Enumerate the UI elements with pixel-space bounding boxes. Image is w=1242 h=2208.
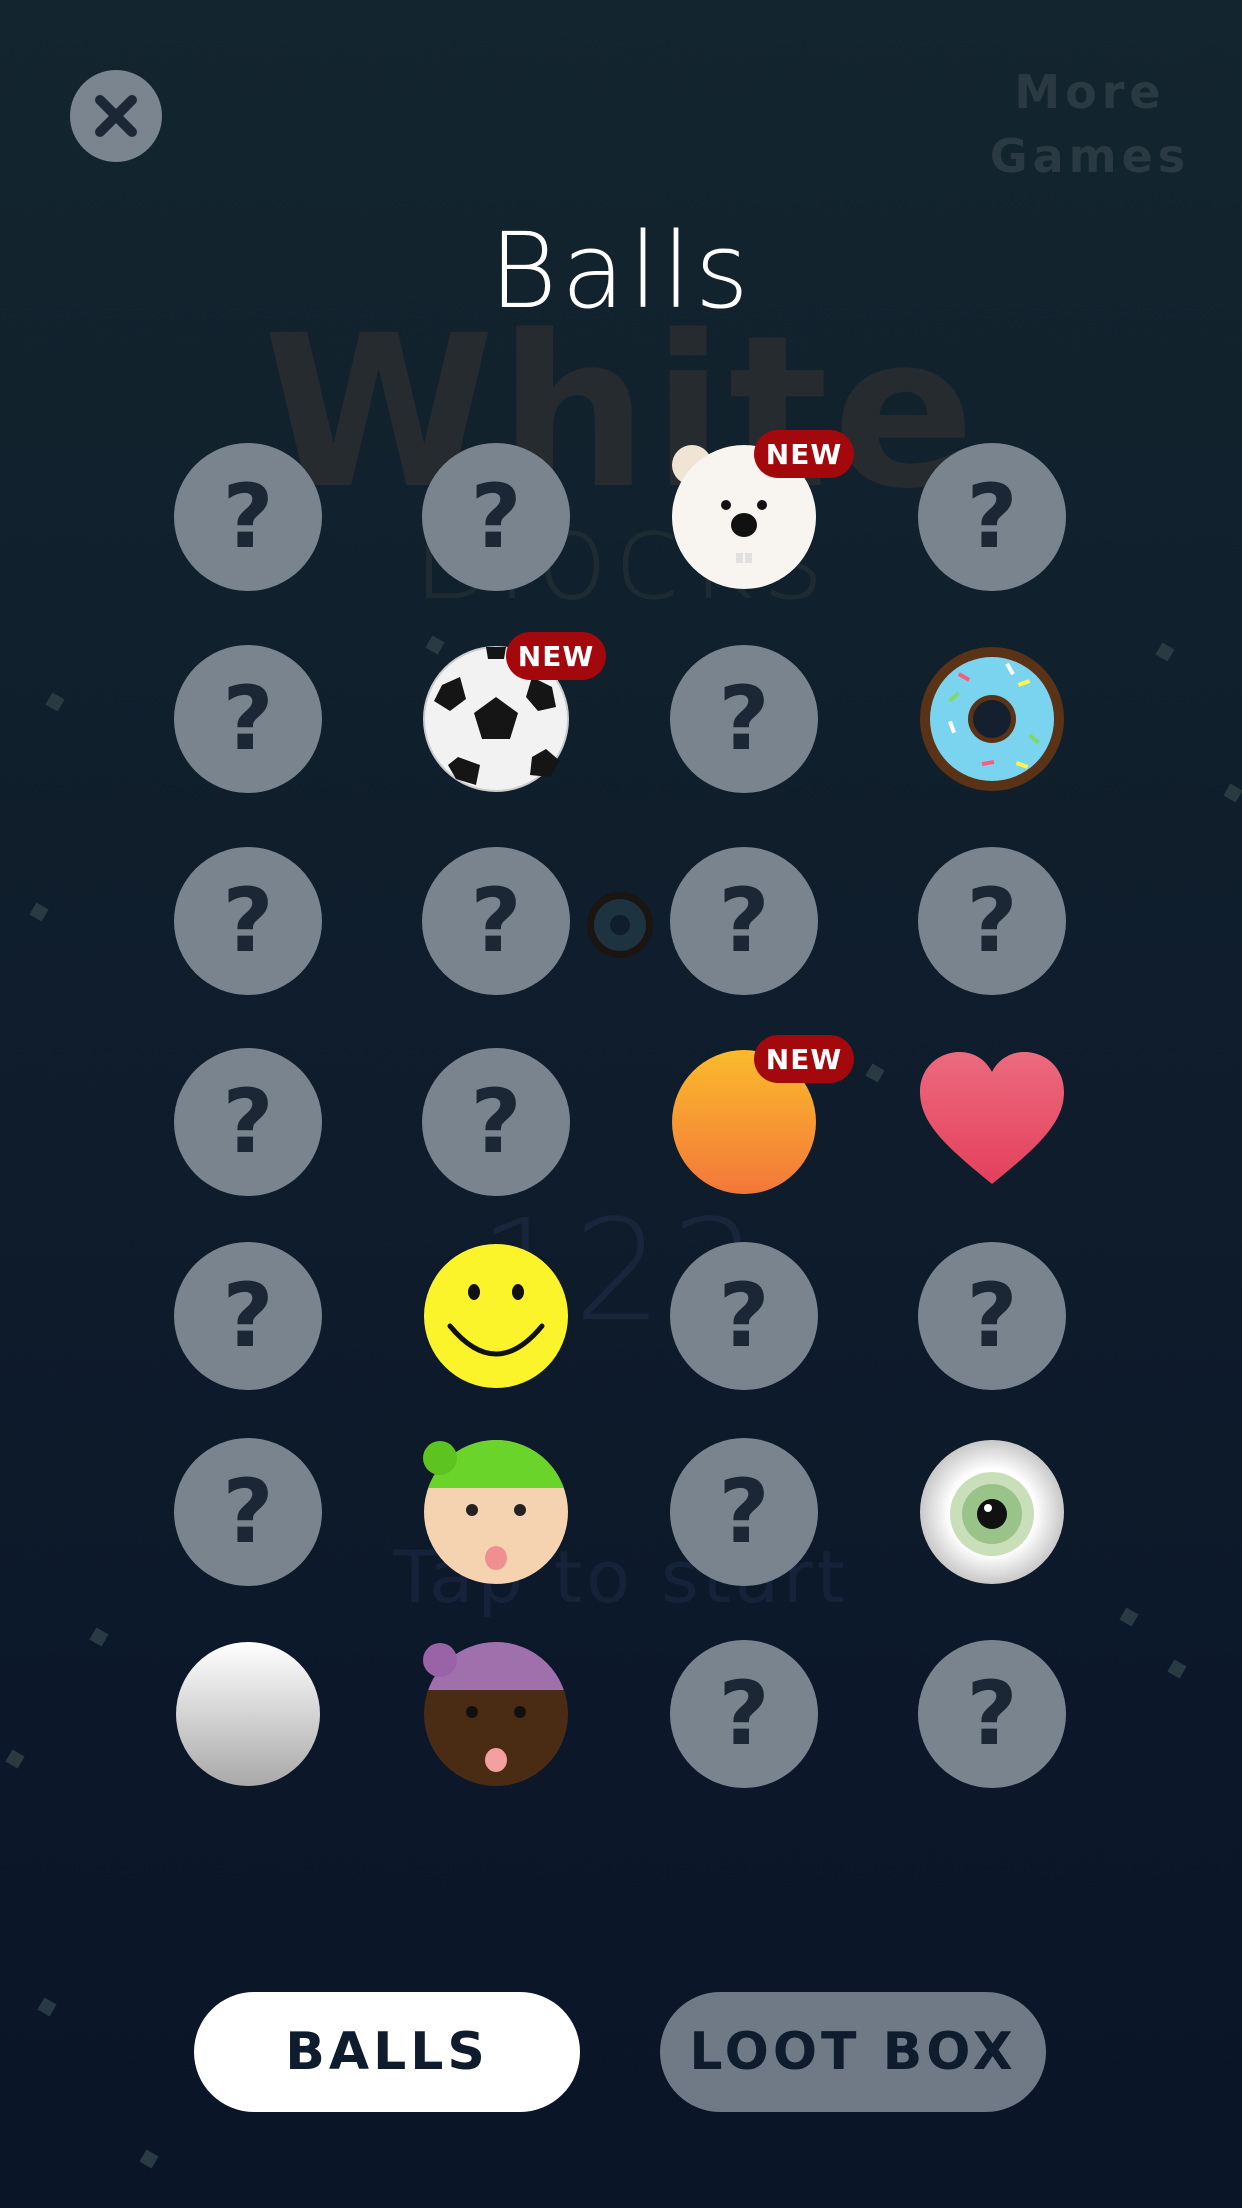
locked-ball-slot[interactable]: ? (918, 847, 1066, 995)
donut-icon (920, 647, 1064, 791)
question-mark-icon: ? (718, 869, 770, 972)
locked-ball-slot[interactable]: ? (422, 443, 570, 591)
locked-ball-slot[interactable]: ? (174, 443, 322, 591)
question-mark-icon: ? (470, 465, 522, 568)
confetti-piece (29, 902, 49, 922)
ball-white-ball[interactable] (174, 1640, 322, 1788)
locked-ball-slot[interactable]: ? (422, 847, 570, 995)
purple-hat-face-icon (423, 1642, 568, 1786)
question-mark-icon: ? (718, 1662, 770, 1765)
more-games-label-line2: Games (989, 129, 1191, 183)
question-mark-icon: ? (222, 869, 274, 972)
more-games-button[interactable]: More Games (960, 60, 1220, 188)
locked-ball-slot[interactable]: ? (174, 1438, 322, 1586)
ball-smiley[interactable] (422, 1242, 570, 1390)
locked-ball-slot[interactable]: ? (670, 847, 818, 995)
white-ball-icon (176, 1642, 320, 1786)
confetti-piece (37, 1997, 57, 2017)
more-games-label-line1: More (1014, 65, 1166, 119)
close-button[interactable] (70, 70, 162, 162)
question-mark-icon: ? (222, 1460, 274, 1563)
green-hat-face-icon (423, 1440, 568, 1584)
new-badge: NEW (754, 1035, 854, 1083)
question-mark-icon: ? (966, 869, 1018, 972)
ball-heart[interactable] (918, 1048, 1066, 1196)
locked-ball-slot[interactable]: ? (918, 443, 1066, 591)
question-mark-icon: ? (222, 1070, 274, 1173)
ball-green-hat-face[interactable] (422, 1438, 570, 1586)
page-title: Balls (489, 210, 753, 332)
question-mark-icon: ? (718, 667, 770, 770)
locked-ball-slot[interactable]: ? (918, 1242, 1066, 1390)
question-mark-icon: ? (718, 1460, 770, 1563)
locked-ball-slot[interactable]: ? (670, 1640, 818, 1788)
close-icon (95, 95, 137, 137)
confetti-piece (1223, 783, 1242, 803)
new-badge: NEW (506, 632, 606, 680)
confetti-piece (1155, 642, 1175, 662)
ball-eyeball[interactable] (918, 1438, 1066, 1586)
locked-ball-slot[interactable]: ? (670, 645, 818, 793)
question-mark-icon: ? (222, 667, 274, 770)
smiley-icon (424, 1244, 568, 1388)
new-badge: NEW (754, 430, 854, 478)
ball-donut[interactable] (918, 645, 1066, 793)
locked-ball-slot[interactable]: ? (670, 1438, 818, 1586)
question-mark-icon: ? (718, 1264, 770, 1367)
tab-loot-box[interactable]: LOOT BOX (660, 1992, 1046, 2112)
locked-ball-slot[interactable]: ? (918, 1640, 1066, 1788)
heart-icon (920, 1052, 1064, 1184)
question-mark-icon: ? (966, 1264, 1018, 1367)
locked-ball-slot[interactable]: ? (670, 1242, 818, 1390)
confetti-piece (89, 1627, 109, 1647)
locked-ball-slot[interactable]: ? (174, 645, 322, 793)
confetti-piece (1167, 1659, 1187, 1679)
locked-ball-slot[interactable]: ? (422, 1048, 570, 1196)
confetti-piece (1119, 1607, 1139, 1627)
question-mark-icon: ? (966, 465, 1018, 568)
question-mark-icon: ? (966, 1662, 1018, 1765)
eyeball-icon (920, 1440, 1064, 1584)
ball-purple-hat-face[interactable] (422, 1640, 570, 1788)
confetti-piece (45, 692, 65, 712)
tab-balls[interactable]: BALLS (194, 1992, 580, 2112)
question-mark-icon: ? (470, 869, 522, 972)
locked-ball-slot[interactable]: ? (174, 847, 322, 995)
question-mark-icon: ? (222, 465, 274, 568)
confetti-piece (139, 2149, 159, 2169)
question-mark-icon: ? (222, 1264, 274, 1367)
confetti-piece (5, 1749, 25, 1769)
locked-ball-slot[interactable]: ? (174, 1242, 322, 1390)
confetti-piece (865, 1063, 885, 1083)
locked-ball-slot[interactable]: ? (174, 1048, 322, 1196)
question-mark-icon: ? (470, 1070, 522, 1173)
background-donut-ball-icon (587, 892, 653, 958)
